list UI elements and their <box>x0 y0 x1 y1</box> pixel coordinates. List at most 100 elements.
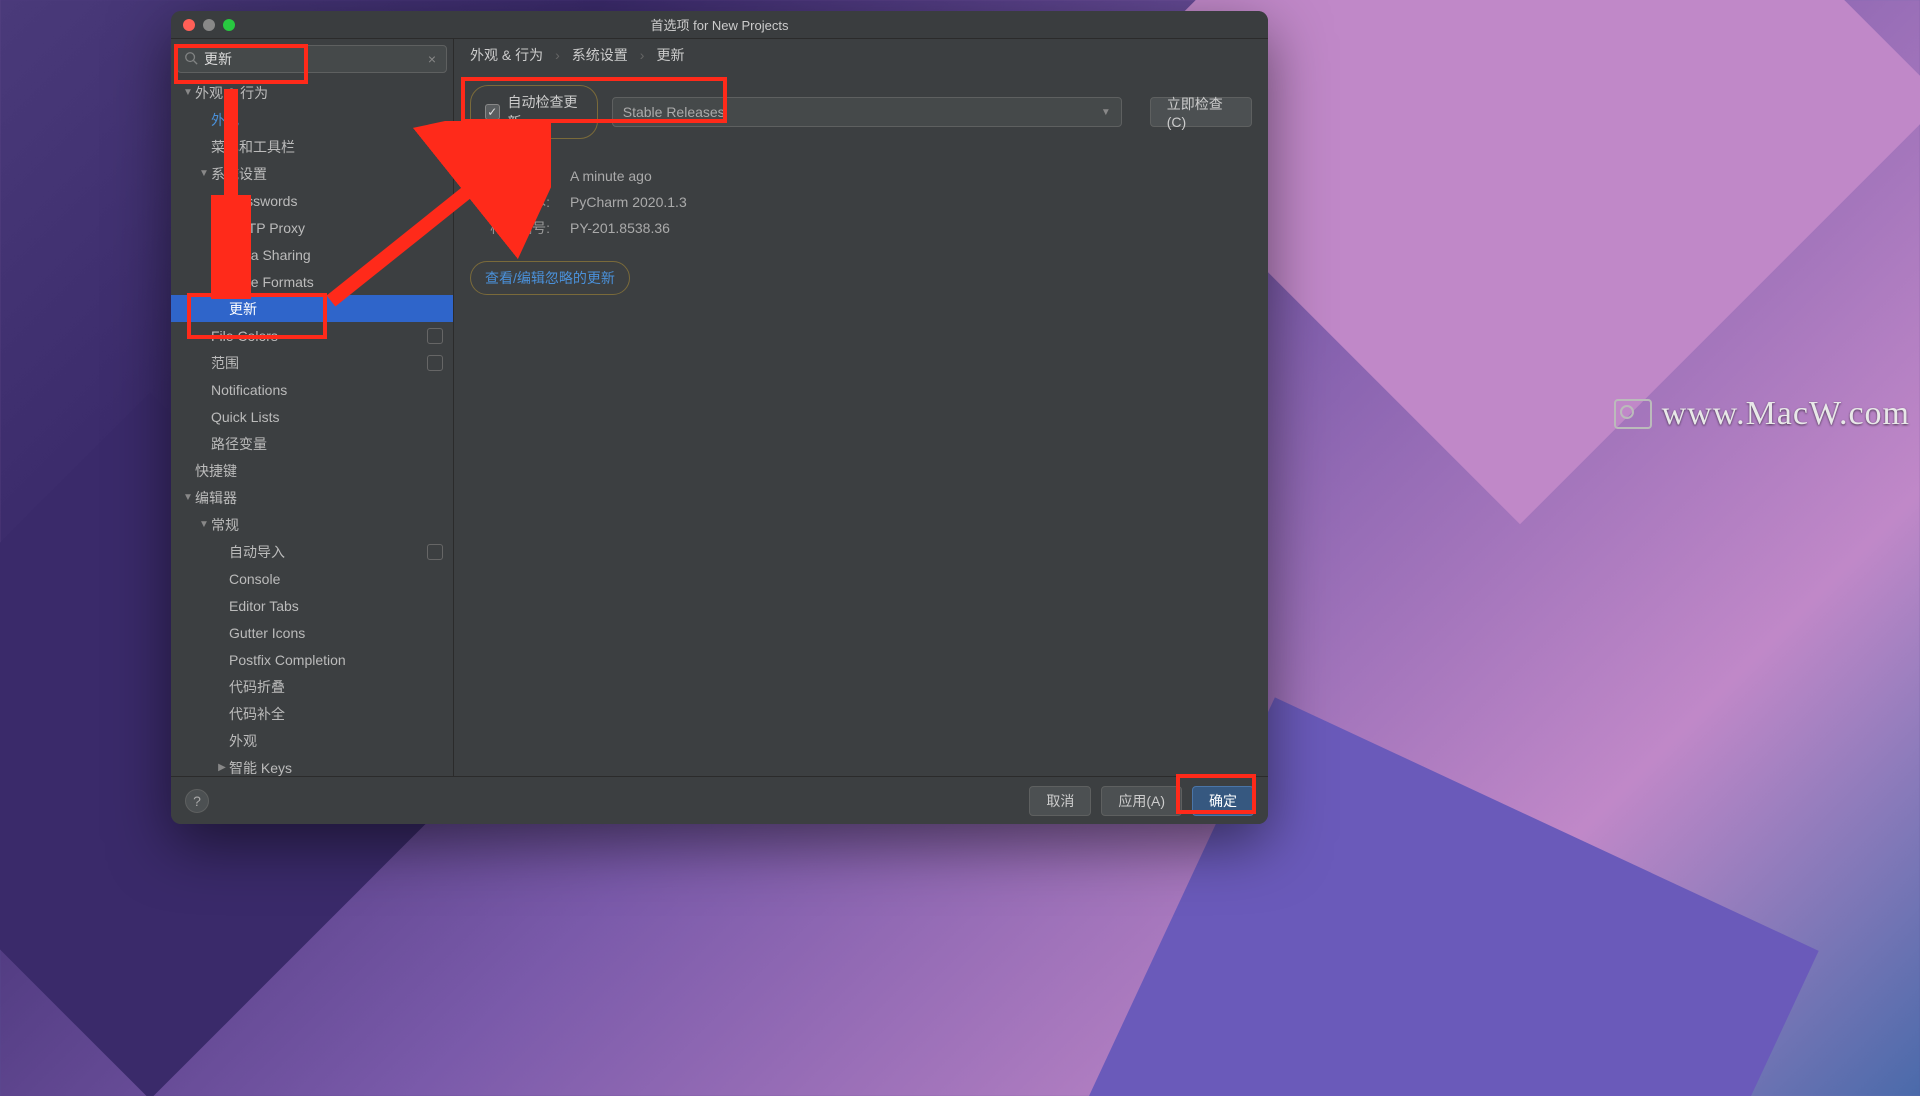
search-field[interactable]: × <box>177 45 447 73</box>
sidebar-item-label: Postfix Completion <box>229 652 346 668</box>
sidebar-item[interactable]: 更新 <box>171 295 453 322</box>
apply-label: 应用(A) <box>1118 791 1165 811</box>
sidebar-item[interactable]: 代码折叠 <box>171 673 453 700</box>
sidebar-item[interactable]: 自动导入 <box>171 538 453 565</box>
sidebar-item[interactable]: ▼常规 <box>171 511 453 538</box>
sidebar-item[interactable]: HTTP Proxy <box>171 214 453 241</box>
clear-search-icon[interactable]: × <box>424 51 440 67</box>
sidebar-item[interactable]: Passwords <box>171 187 453 214</box>
sidebar-item-label: Passwords <box>229 193 297 209</box>
window-controls <box>171 19 235 31</box>
sidebar-item-label: 外观 & 行为 <box>195 83 268 103</box>
checkbox-icon[interactable]: ✓ <box>485 104 500 120</box>
chevron-down-icon[interactable]: ▼ <box>181 492 195 503</box>
sidebar-item[interactable]: 范围 <box>171 349 453 376</box>
auto-check-label: 自动检查更新 <box>508 92 583 132</box>
close-window-icon[interactable] <box>183 19 195 31</box>
sidebar-item-label: 范围 <box>211 353 239 373</box>
build-key: 构建编号: <box>470 215 550 241</box>
settings-tree[interactable]: ▼外观 & 行为外观菜单和工具栏▼系统设置PasswordsHTTP Proxy… <box>171 79 453 776</box>
ok-label: 确定 <box>1209 791 1237 811</box>
sidebar-item[interactable]: ▼编辑器 <box>171 484 453 511</box>
sidebar-item-label: 代码补全 <box>229 704 285 724</box>
sidebar-item[interactable]: 菜单和工具栏 <box>171 133 453 160</box>
sidebar-item[interactable]: Gutter Icons <box>171 619 453 646</box>
sidebar-item-label: Date Formats <box>229 274 314 290</box>
sidebar-item-label: HTTP Proxy <box>229 220 305 236</box>
check-now-label: 立即检查(C) <box>1167 94 1235 130</box>
sidebar-item[interactable]: ▼外观 & 行为 <box>171 79 453 106</box>
chevron-down-icon[interactable]: ▼ <box>197 168 211 179</box>
titlebar: 首选项 for New Projects <box>171 11 1268 39</box>
chevron-right-icon: › <box>640 47 645 63</box>
breadcrumb-part[interactable]: 系统设置 <box>572 45 628 65</box>
sidebar-item[interactable]: 快捷键 <box>171 457 453 484</box>
sidebar-item-label: 代码折叠 <box>229 677 285 697</box>
version-value: PyCharm 2020.1.3 <box>570 189 687 215</box>
sidebar-item[interactable]: Editor Tabs <box>171 592 453 619</box>
sidebar-item[interactable]: 路径变量 <box>171 430 453 457</box>
sidebar-item-label: 外观 <box>211 110 239 130</box>
check-now-button[interactable]: 立即检查(C) <box>1150 97 1252 127</box>
sidebar-item[interactable]: Date Formats <box>171 268 453 295</box>
sidebar-item[interactable]: File Colors <box>171 322 453 349</box>
apply-button[interactable]: 应用(A) <box>1101 786 1182 816</box>
sidebar-item-label: Editor Tabs <box>229 598 299 614</box>
update-channel-select[interactable]: Stable Releases ▼ <box>612 97 1122 127</box>
chevron-right-icon[interactable]: ▶ <box>215 762 229 773</box>
ignored-updates-label: 查看/编辑忽略的更新 <box>485 268 615 288</box>
sidebar-item-label: 常规 <box>211 515 239 535</box>
help-button[interactable]: ? <box>185 789 209 813</box>
last-check-key: 上次检查 <box>470 163 550 189</box>
sidebar-item[interactable]: Quick Lists <box>171 403 453 430</box>
view-ignored-updates-link[interactable]: 查看/编辑忽略的更新 <box>470 261 630 295</box>
sidebar-item[interactable]: Notifications <box>171 376 453 403</box>
sidebar-item-label: Gutter Icons <box>229 625 305 641</box>
sidebar: × ▼外观 & 行为外观菜单和工具栏▼系统设置PasswordsHTTP Pro… <box>171 39 454 776</box>
sidebar-item[interactable]: Data Sharing <box>171 241 453 268</box>
help-icon: ? <box>193 793 201 809</box>
search-icon <box>184 51 204 68</box>
minimize-window-icon[interactable] <box>203 19 215 31</box>
cancel-button[interactable]: 取消 <box>1029 786 1091 816</box>
sidebar-item[interactable]: 代码补全 <box>171 700 453 727</box>
project-scope-icon <box>427 544 443 560</box>
update-channel-value: Stable Releases <box>623 104 725 120</box>
sidebar-item[interactable]: 外观 <box>171 106 453 133</box>
breadcrumb-part[interactable]: 外观 & 行为 <box>470 45 543 65</box>
sidebar-item[interactable]: 外观 <box>171 727 453 754</box>
sidebar-item-label: File Colors <box>211 328 278 344</box>
auto-check-updates[interactable]: ✓ 自动检查更新 <box>470 85 598 139</box>
chevron-down-icon: ▼ <box>1101 107 1111 118</box>
cancel-label: 取消 <box>1046 791 1074 811</box>
zoom-window-icon[interactable] <box>223 19 235 31</box>
sidebar-item[interactable]: ▼系统设置 <box>171 160 453 187</box>
sidebar-item-label: 更新 <box>229 299 257 319</box>
sidebar-item-label: Notifications <box>211 382 287 398</box>
sidebar-item[interactable]: ▶智能 Keys <box>171 754 453 776</box>
sidebar-item-label: 自动导入 <box>229 542 285 562</box>
sidebar-item[interactable]: Postfix Completion <box>171 646 453 673</box>
chevron-right-icon: › <box>555 47 560 63</box>
ok-button[interactable]: 确定 <box>1192 786 1254 816</box>
chevron-down-icon[interactable]: ▼ <box>181 87 195 98</box>
sidebar-item-label: Data Sharing <box>229 247 311 263</box>
sidebar-item-label: Quick Lists <box>211 409 279 425</box>
last-check-value: A minute ago <box>570 163 652 189</box>
preferences-window: 首选项 for New Projects × ▼外观 & 行为外观菜单和工具栏▼… <box>171 11 1268 824</box>
dialog-footer: ? 取消 应用(A) 确定 <box>171 776 1268 824</box>
sidebar-item-label: 智能 Keys <box>229 758 292 777</box>
version-key: 当前版本: <box>470 189 550 215</box>
sidebar-item-label: 编辑器 <box>195 488 237 508</box>
breadcrumb: 外观 & 行为 › 系统设置 › 更新 <box>454 39 1268 71</box>
sidebar-item-label: Console <box>229 571 280 587</box>
chevron-down-icon[interactable]: ▼ <box>197 519 211 530</box>
sidebar-item-label: 快捷键 <box>195 461 237 481</box>
build-value: PY-201.8538.36 <box>570 215 670 241</box>
sidebar-item-label: 路径变量 <box>211 434 267 454</box>
watermark-icon <box>1614 399 1652 429</box>
sidebar-item-label: 系统设置 <box>211 164 267 184</box>
search-input[interactable] <box>204 51 424 67</box>
sidebar-item[interactable]: Console <box>171 565 453 592</box>
watermark-text: www.MacW.com <box>1662 395 1910 433</box>
